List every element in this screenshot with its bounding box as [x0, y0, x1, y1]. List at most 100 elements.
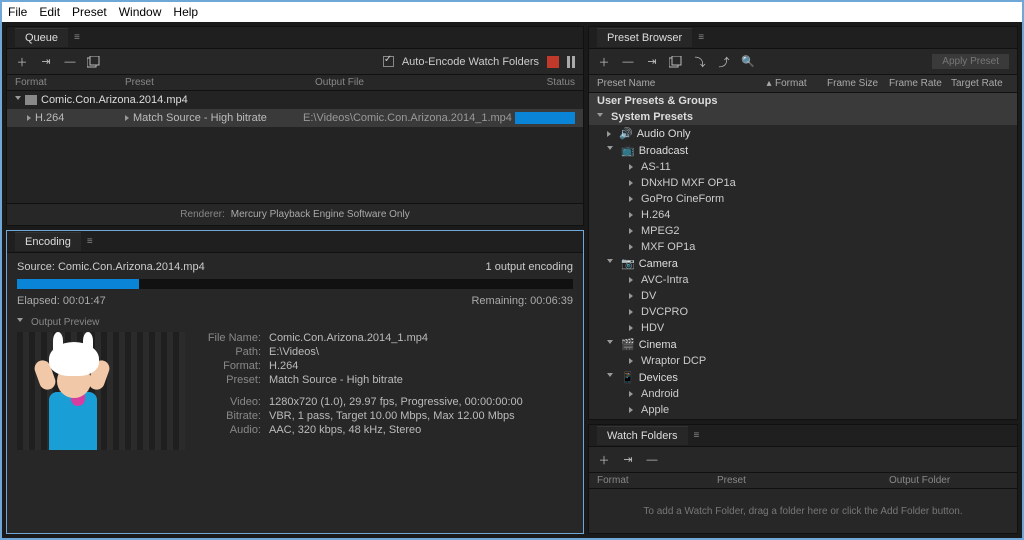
preset-item[interactable]: MPEG2: [589, 223, 1017, 239]
menu-window[interactable]: Window: [119, 5, 162, 19]
preset-item[interactable]: DNxHD MXF OP1a: [589, 175, 1017, 191]
add-output-icon[interactable]: ⇥: [621, 453, 635, 467]
encoding-progress: [17, 279, 573, 289]
disclosure-icon[interactable]: [27, 115, 31, 121]
preset-item[interactable]: DVCPRO: [589, 304, 1017, 320]
col-format: Format: [597, 475, 717, 486]
category-broadcast[interactable]: 📺Broadcast: [589, 142, 1017, 159]
col-frame-size[interactable]: Frame Size: [827, 78, 889, 89]
queue-output-row[interactable]: H.264 Match Source - High bitrate E:\Vid…: [7, 109, 583, 127]
col-preset: Preset: [717, 475, 889, 486]
audio-icon: 🔊: [619, 127, 633, 140]
disclosure-icon[interactable]: [607, 131, 611, 137]
new-group-icon[interactable]: ⇥: [645, 55, 659, 69]
user-presets-header[interactable]: User Presets & Groups: [589, 93, 1017, 109]
queue-item[interactable]: Comic.Con.Arizona.2014.mp4: [7, 91, 583, 109]
panel-menu-icon[interactable]: ≡: [698, 32, 704, 43]
disclosure-icon[interactable]: [607, 373, 613, 380]
add-folder-icon[interactable]: ＋: [597, 453, 611, 467]
disclosure-icon[interactable]: [607, 259, 613, 266]
duplicate-icon[interactable]: [87, 55, 101, 69]
col-target-rate[interactable]: Target Rate: [951, 78, 1009, 89]
elapsed-time: Elapsed: 00:01:47: [17, 295, 106, 307]
col-preset-name[interactable]: Preset Name: [597, 78, 763, 89]
sort-arrow-icon: ▴: [763, 78, 775, 89]
output-preview-thumbnail: [17, 332, 185, 450]
add-output-icon[interactable]: ⇥: [39, 55, 53, 69]
col-format: Format: [15, 77, 125, 88]
panel-menu-icon[interactable]: ≡: [694, 430, 700, 441]
broadcast-icon: 📺: [621, 144, 635, 157]
disclosure-icon[interactable]: [17, 318, 23, 325]
preset-item[interactable]: GoPro CineForm: [589, 191, 1017, 207]
remove-preset-icon[interactable]: —: [621, 55, 635, 69]
preset-browser-tab[interactable]: Preset Browser: [597, 28, 692, 47]
auto-encode-checkbox[interactable]: [383, 56, 394, 67]
preset-browser-panel: Preset Browser ≡ ＋ — ⇥ ⤵ ⤴ 🔍 Apply Prese…: [588, 26, 1018, 420]
new-preset-icon[interactable]: ＋: [597, 55, 611, 69]
queue-panel: Queue ≡ ＋ ⇥ — Auto-Encode Watch Folders: [6, 26, 584, 226]
col-preset: Preset: [125, 77, 315, 88]
watch-folders-tab[interactable]: Watch Folders: [597, 426, 688, 445]
panel-menu-icon[interactable]: ≡: [74, 32, 80, 43]
category-camera[interactable]: 📷Camera: [589, 255, 1017, 272]
watch-empty-message: To add a Watch Folder, drag a folder her…: [589, 489, 1017, 533]
apply-preset-button[interactable]: Apply Preset: [932, 54, 1009, 69]
panel-menu-icon[interactable]: ≡: [87, 236, 93, 247]
disclosure-icon[interactable]: [607, 340, 613, 347]
renderer-label: Renderer:: [180, 209, 224, 220]
category-devices[interactable]: 📱Devices: [589, 369, 1017, 386]
encoding-count: 1 output encoding: [486, 261, 573, 273]
devices-icon: 📱: [621, 371, 635, 384]
encoding-source: Source: Comic.Con.Arizona.2014.mp4: [17, 261, 205, 273]
renderer-value[interactable]: Mercury Playback Engine Software Only: [231, 209, 410, 220]
preset-item[interactable]: MXF OP1a: [589, 239, 1017, 255]
disclosure-icon[interactable]: [125, 115, 129, 121]
preset-item[interactable]: Kindle: [589, 418, 1017, 419]
camera-icon: 📷: [621, 257, 635, 270]
col-format[interactable]: Format: [775, 78, 827, 89]
preset-item[interactable]: Apple: [589, 402, 1017, 418]
menu-preset[interactable]: Preset: [72, 5, 107, 19]
preset-settings-icon[interactable]: [669, 55, 683, 69]
preset-item[interactable]: H.264: [589, 207, 1017, 223]
queue-item-name: Comic.Con.Arizona.2014.mp4: [41, 94, 188, 106]
search-icon[interactable]: 🔍: [741, 55, 755, 69]
col-output: Output File: [315, 77, 525, 88]
export-preset-icon[interactable]: ⤴: [717, 55, 731, 69]
preset-item[interactable]: HDV: [589, 320, 1017, 336]
cinema-icon: 🎬: [621, 338, 635, 351]
import-preset-icon[interactable]: ⤵: [693, 55, 707, 69]
preset-item[interactable]: Wraptor DCP: [589, 353, 1017, 369]
category-cinema[interactable]: 🎬Cinema: [589, 336, 1017, 353]
menu-help[interactable]: Help: [173, 5, 198, 19]
pause-queue-button[interactable]: [567, 56, 575, 68]
output-format[interactable]: H.264: [35, 112, 125, 124]
category-audio-only[interactable]: 🔊Audio Only: [589, 125, 1017, 142]
encoding-tab[interactable]: Encoding: [15, 232, 81, 251]
remove-icon[interactable]: —: [63, 55, 77, 69]
remove-folder-icon[interactable]: —: [645, 453, 659, 467]
preset-item[interactable]: AS-11: [589, 159, 1017, 175]
auto-encode-label: Auto-Encode Watch Folders: [402, 56, 539, 68]
disclosure-icon[interactable]: [15, 96, 21, 103]
disclosure-icon[interactable]: [597, 113, 603, 120]
preview-label: Output Preview: [31, 317, 99, 328]
preset-item[interactable]: Android: [589, 386, 1017, 402]
output-preset[interactable]: Match Source - High bitrate: [133, 112, 303, 124]
menu-file[interactable]: File: [8, 5, 27, 19]
col-output-folder: Output Folder: [889, 475, 1009, 486]
preset-item[interactable]: DV: [589, 288, 1017, 304]
add-source-icon[interactable]: ＋: [15, 55, 29, 69]
col-frame-rate[interactable]: Frame Rate: [889, 78, 951, 89]
stop-queue-button[interactable]: [547, 56, 559, 68]
system-presets-header[interactable]: System Presets: [589, 109, 1017, 125]
menubar: File Edit Preset Window Help: [2, 2, 1022, 22]
queue-tab[interactable]: Queue: [15, 28, 68, 47]
encoding-panel: Encoding ≡ Source: Comic.Con.Arizona.201…: [6, 230, 584, 534]
col-status: Status: [525, 77, 575, 88]
output-path[interactable]: E:\Videos\Comic.Con.Arizona.2014_1.mp4: [303, 112, 515, 124]
preset-item[interactable]: AVC-Intra: [589, 272, 1017, 288]
disclosure-icon[interactable]: [607, 146, 613, 153]
menu-edit[interactable]: Edit: [39, 5, 60, 19]
